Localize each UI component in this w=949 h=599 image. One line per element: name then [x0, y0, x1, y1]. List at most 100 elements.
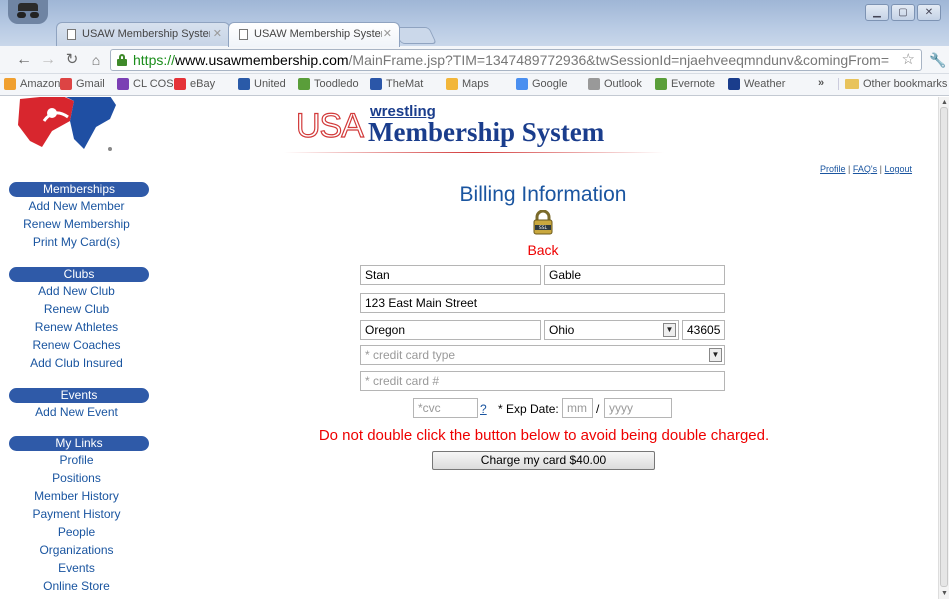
- bookmark-favicon-icon: [117, 78, 129, 90]
- back-link[interactable]: Back: [400, 242, 686, 258]
- nav-link-print-my-cards[interactable]: Print My Card(s): [0, 233, 153, 251]
- close-window-button[interactable]: ✕: [917, 4, 941, 21]
- bookmark-outlook[interactable]: Outlook: [588, 78, 642, 90]
- nav-link-people[interactable]: People: [0, 523, 153, 541]
- bookmark-label: CL COS: [133, 78, 174, 90]
- card-type-select[interactable]: * credit card type ▼: [360, 345, 725, 365]
- card-number-input[interactable]: * credit card #: [360, 371, 725, 391]
- banner-title: Membership System: [368, 117, 605, 147]
- exp-date-slash: /: [596, 402, 600, 416]
- bookmark-amazon[interactable]: Amazon: [4, 78, 60, 90]
- cvc-help-link[interactable]: ?: [480, 402, 487, 416]
- nav-link-member-history[interactable]: Member History: [0, 487, 153, 505]
- nav-link-add-new-club[interactable]: Add New Club: [0, 282, 153, 300]
- nav-link-add-new-member[interactable]: Add New Member: [0, 197, 153, 215]
- profile-link[interactable]: Profile: [820, 164, 846, 174]
- bookmark-favicon-icon: [655, 78, 667, 90]
- nav-link-profile[interactable]: Profile: [0, 451, 153, 469]
- wrench-menu-icon[interactable]: 🔧: [929, 52, 946, 68]
- double-charge-warning: Do not double click the button below to …: [318, 427, 770, 444]
- bookmark-favicon-icon: [516, 78, 528, 90]
- nav-link-add-new-event[interactable]: Add New Event: [0, 403, 153, 421]
- back-arrow-icon[interactable]: ←: [14, 50, 34, 70]
- exp-date-label: * Exp Date:: [498, 402, 559, 416]
- nav-section-clubs: Clubs Add New Club Renew Club Renew Athl…: [0, 267, 153, 372]
- ssl-padlock-icon: SSL: [533, 210, 553, 235]
- bookmark-label: Gmail: [76, 78, 105, 90]
- bookmark-label: United: [254, 78, 286, 90]
- charge-card-button[interactable]: Charge my card $40.00: [432, 451, 655, 470]
- chevron-down-icon: ▼: [663, 323, 676, 337]
- tab-close-icon[interactable]: ✕: [213, 27, 222, 40]
- page-icon: [67, 29, 76, 40]
- bookmark-star-icon[interactable]: ☆: [902, 50, 915, 70]
- bookmark-favicon-icon: [446, 78, 458, 90]
- bookmark-ebay[interactable]: eBay: [174, 78, 215, 90]
- scroll-up-icon[interactable]: ▲: [941, 99, 948, 106]
- address-bar[interactable]: https://www.usawmembership.com/MainFrame…: [110, 49, 922, 71]
- incognito-icon: [8, 0, 48, 24]
- banner-divider: [284, 152, 664, 153]
- url-path: /MainFrame.jsp?TIM=1347489772936&twSessi…: [348, 52, 890, 68]
- nav-section-events: Events Add New Event: [0, 388, 153, 421]
- last-name-input[interactable]: Gable: [544, 265, 725, 285]
- bookmark-label: Outlook: [604, 78, 642, 90]
- exp-year-input[interactable]: yyyy: [604, 398, 672, 418]
- scroll-down-icon[interactable]: ▼: [941, 590, 948, 597]
- maximize-button[interactable]: ▢: [891, 4, 915, 21]
- exp-month-input[interactable]: mm: [562, 398, 593, 418]
- page-title: Billing Information: [459, 183, 627, 206]
- nav-link-add-club-insured[interactable]: Add Club Insured: [0, 354, 153, 372]
- city-input[interactable]: Oregon: [360, 320, 541, 340]
- nav-link-payment-history[interactable]: Payment History: [0, 505, 153, 523]
- forward-arrow-icon[interactable]: →: [38, 50, 58, 70]
- nav-link-positions[interactable]: Positions: [0, 469, 153, 487]
- bookmark-toodledo[interactable]: Toodledo: [298, 78, 359, 90]
- bookmark-label: Google: [532, 78, 568, 90]
- bookmark-favicon-icon: [174, 78, 186, 90]
- tab-inactive[interactable]: USAW Membership Systen ✕: [56, 22, 230, 46]
- state-select[interactable]: Ohio ▼: [544, 320, 679, 340]
- bookmark-evernote[interactable]: Evernote: [655, 78, 715, 90]
- svg-text:SSL: SSL: [539, 225, 548, 231]
- bookmark-label: eBay: [190, 78, 216, 90]
- bookmark-label: TheMat: [386, 78, 424, 90]
- logout-link[interactable]: Logout: [885, 164, 913, 174]
- faqs-link[interactable]: FAQ's: [853, 164, 877, 174]
- site-banner: USA wrestling Membership System: [284, 103, 664, 153]
- first-name-input[interactable]: Stan: [360, 265, 541, 285]
- bookmark-maps[interactable]: Maps: [446, 78, 489, 90]
- nav-link-renew-club[interactable]: Renew Club: [0, 300, 153, 318]
- zip-input[interactable]: 43605: [682, 320, 725, 340]
- scrollbar-thumb[interactable]: [940, 107, 948, 587]
- minimize-button[interactable]: ▁: [865, 4, 889, 21]
- cvc-input[interactable]: *cvc: [413, 398, 478, 418]
- bookmark-favicon-icon: [4, 78, 16, 90]
- url-host: www.usawmembership.com: [175, 52, 349, 68]
- bookmarks-more-icon[interactable]: »: [818, 77, 824, 89]
- nav-link-online-store[interactable]: Online Store: [0, 577, 153, 595]
- page-scrollbar[interactable]: ▲ ▼: [938, 97, 949, 599]
- tab-active[interactable]: USAW Membership Systen ✕: [228, 22, 400, 47]
- nav-link-renew-coaches[interactable]: Renew Coaches: [0, 336, 153, 354]
- nav-link-renew-athletes[interactable]: Renew Athletes: [0, 318, 153, 336]
- nav-link-events[interactable]: Events: [0, 559, 153, 577]
- nav-link-renew-membership[interactable]: Renew Membership: [0, 215, 153, 233]
- nav-section-my-links: My Links Profile Positions Member Histor…: [0, 436, 153, 595]
- bookmark-united[interactable]: United: [238, 78, 286, 90]
- bookmark-google[interactable]: Google: [516, 78, 567, 90]
- nav-link-organizations[interactable]: Organizations: [0, 541, 153, 559]
- tab-close-icon[interactable]: ✕: [383, 27, 392, 40]
- address-input[interactable]: 123 East Main Street: [360, 293, 725, 313]
- bookmark-weather[interactable]: Weather: [728, 78, 785, 90]
- chevron-down-icon: ▼: [709, 348, 722, 362]
- reload-icon[interactable]: ↻: [62, 50, 82, 70]
- bookmark-gmail[interactable]: Gmail: [60, 78, 105, 90]
- home-icon[interactable]: ⌂: [86, 50, 106, 70]
- tab-title: USAW Membership Systen: [254, 28, 382, 40]
- nav-header-clubs: Clubs: [9, 267, 149, 282]
- bookmark-themat[interactable]: TheMat: [370, 78, 423, 90]
- nav-header-my-links: My Links: [9, 436, 149, 451]
- other-bookmarks-folder[interactable]: Other bookmarks: [838, 78, 947, 90]
- bookmark-cl-cos[interactable]: CL COS: [117, 78, 174, 90]
